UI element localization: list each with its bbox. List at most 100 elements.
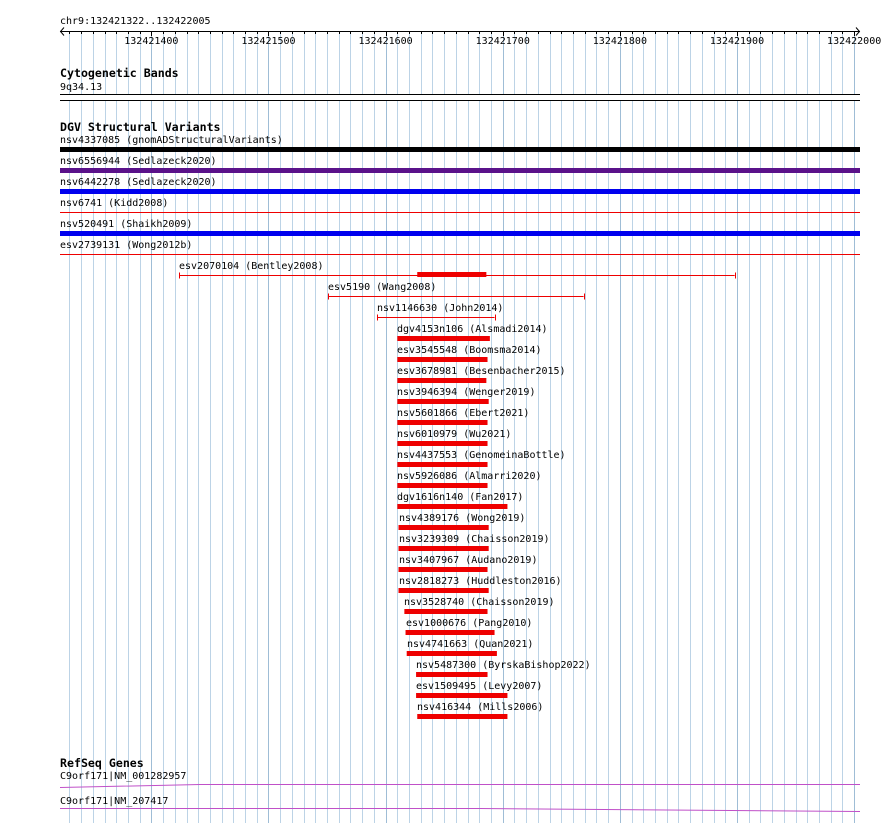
dgv-feature-list: nsv4337085 (gnomADStructuralVariants) nsv… bbox=[60, 135, 860, 719]
sv-feature-bar[interactable] bbox=[60, 168, 860, 173]
cytoband-track: Cytogenetic Bands 9q34.13 bbox=[60, 66, 860, 101]
refseq-transcript-label: C9orf171|NM_207417 bbox=[60, 796, 168, 807]
refseq-transcript[interactable]: C9orf171|NM_207417 bbox=[60, 796, 861, 812]
sv-feature-label: esv1509495 (Levy2007) bbox=[416, 681, 542, 692]
sv-feature-bar[interactable] bbox=[397, 378, 487, 383]
sv-feature-bar[interactable] bbox=[60, 147, 860, 152]
sv-feature-bar[interactable] bbox=[397, 420, 488, 425]
refseq-intron-line[interactable] bbox=[60, 808, 861, 812]
sv-feature-bar[interactable] bbox=[398, 525, 489, 530]
sv-feature[interactable]: nsv416344 (Mills2006) bbox=[417, 702, 543, 719]
sv-feature[interactable]: nsv5601866 (Ebert2021) bbox=[397, 408, 529, 425]
sv-feature-label: nsv416344 (Mills2006) bbox=[417, 702, 543, 713]
sv-feature-label: nsv5926086 (Almarri2020) bbox=[397, 471, 542, 482]
sv-feature-label: nsv4741663 (Quan2021) bbox=[407, 639, 533, 650]
sv-feature-label: nsv3239309 (Chaisson2019) bbox=[399, 534, 550, 545]
sv-feature-label: dgv1616n140 (Fan2017) bbox=[397, 492, 523, 503]
refseq-transcript-label: C9orf171|NM_001282957 bbox=[60, 771, 186, 782]
dgv-track: DGV Structural Variants nsv4337085 (gnom… bbox=[60, 120, 860, 719]
dgv-track-title: DGV Structural Variants bbox=[60, 120, 221, 134]
ruler-tick-label: 132421800 bbox=[593, 36, 647, 47]
sv-feature-label: nsv5601866 (Ebert2021) bbox=[397, 408, 529, 419]
sv-feature-label: nsv6556944 (Sedlazeck2020) bbox=[60, 156, 217, 167]
sv-feature-bar[interactable] bbox=[405, 630, 495, 635]
sv-feature[interactable]: nsv2818273 (Huddleston2016) bbox=[398, 576, 562, 593]
sv-feature-bar[interactable] bbox=[416, 672, 488, 677]
sv-feature[interactable]: nsv3407967 (Audano2019) bbox=[398, 555, 538, 572]
sv-feature[interactable]: nsv6010979 (Wu2021) bbox=[397, 429, 511, 446]
sv-feature-bar[interactable] bbox=[397, 441, 488, 446]
sv-feature[interactable]: nsv5926086 (Almarri2020) bbox=[397, 471, 542, 488]
sv-feature[interactable]: nsv4437553 (GenomeinaBottle) bbox=[397, 450, 566, 467]
sv-feature-label: nsv6442278 (Sedlazeck2020) bbox=[60, 177, 217, 188]
sv-feature-label: nsv6741 (Kidd2008) bbox=[60, 198, 168, 209]
ruler-tick-label: 132421900 bbox=[710, 36, 764, 47]
sv-feature-label: nsv1146630 (John2014) bbox=[377, 303, 503, 314]
sv-feature[interactable]: nsv6442278 (Sedlazeck2020) bbox=[60, 177, 860, 194]
cytoband-label: 9q34.13 bbox=[60, 82, 102, 93]
sv-feature-bar[interactable] bbox=[404, 609, 488, 614]
sv-feature[interactable]: nsv520491 (Shaikh2009) bbox=[60, 219, 860, 236]
sv-feature-bar[interactable] bbox=[397, 462, 488, 467]
sv-feature-bar[interactable] bbox=[60, 231, 860, 236]
sv-feature[interactable]: esv2070104 (Bentley2008) bbox=[179, 261, 736, 279]
cytoband-track-title: Cytogenetic Bands bbox=[60, 66, 179, 80]
sv-feature-label: dgv4153n106 (Alsmadi2014) bbox=[397, 324, 548, 335]
ruler-tick-label: 132422000 bbox=[827, 36, 881, 47]
sv-feature-bar[interactable] bbox=[397, 357, 488, 362]
sv-feature-bar[interactable] bbox=[397, 399, 489, 404]
sv-feature-bar[interactable] bbox=[398, 546, 489, 551]
sv-feature-bar[interactable] bbox=[397, 504, 508, 509]
sv-feature[interactable]: nsv6741 (Kidd2008) bbox=[60, 198, 860, 213]
sv-feature-label: nsv4389176 (Wong2019) bbox=[399, 513, 525, 524]
sv-feature[interactable]: dgv4153n106 (Alsmadi2014) bbox=[397, 324, 548, 341]
sv-feature-label: nsv4337085 (gnomADStructuralVariants) bbox=[60, 135, 283, 146]
sv-feature[interactable]: esv3545548 (Boomsma2014) bbox=[397, 345, 542, 362]
sv-feature[interactable]: esv1509495 (Levy2007) bbox=[416, 681, 542, 698]
cytoband-band[interactable] bbox=[60, 94, 860, 101]
sv-feature[interactable]: esv1000676 (Pang2010) bbox=[405, 618, 533, 635]
sv-feature-bar[interactable] bbox=[397, 483, 488, 488]
sv-feature[interactable]: nsv3528740 (Chaisson2019) bbox=[404, 597, 555, 614]
sv-feature-label: esv3678981 (Besenbacher2015) bbox=[397, 366, 566, 377]
refseq-transcript[interactable]: C9orf171|NM_001282957 bbox=[59, 771, 860, 788]
sv-feature-bar[interactable] bbox=[398, 588, 489, 593]
sv-feature[interactable]: nsv6556944 (Sedlazeck2020) bbox=[60, 156, 860, 173]
location-label: chr9:132421322..132422005 bbox=[60, 16, 211, 27]
sv-feature-label: nsv2818273 (Huddleston2016) bbox=[399, 576, 562, 587]
sv-feature-label: esv3545548 (Boomsma2014) bbox=[397, 345, 542, 356]
sv-feature-label: esv2070104 (Bentley2008) bbox=[179, 261, 324, 272]
refseq-track: RefSeq Genes C9orf171|NM_001282957C9orf1… bbox=[59, 756, 861, 812]
refseq-intron-line[interactable] bbox=[59, 784, 860, 788]
ruler-tick-label: 132421400 bbox=[124, 36, 178, 47]
sv-feature-label: nsv5487300 (ByrskaBishop2022) bbox=[416, 660, 591, 671]
ruler[interactable]: 132421400 132421500 132421600 132421700 1324… bbox=[59, 27, 881, 48]
sv-feature-bar[interactable] bbox=[416, 693, 508, 698]
sv-feature-inner-bar[interactable] bbox=[417, 272, 487, 277]
sv-feature-bar[interactable] bbox=[60, 189, 860, 194]
ruler-tick-label: 132421600 bbox=[359, 36, 413, 47]
sv-feature-bar[interactable] bbox=[406, 651, 497, 656]
sv-feature-label: esv1000676 (Pang2010) bbox=[406, 618, 532, 629]
sv-feature-label: nsv3946394 (Wenger2019) bbox=[397, 387, 535, 398]
sv-feature-label: nsv4437553 (GenomeinaBottle) bbox=[397, 450, 566, 461]
ruler-ticks: 132421400 132421500 132421600 132421700 1324… bbox=[69, 31, 881, 47]
sv-feature-bar[interactable] bbox=[417, 714, 508, 719]
refseq-track-title: RefSeq Genes bbox=[60, 756, 144, 770]
genome-browser-panel: chr9:132421322..132422005 132421400 13242… bbox=[59, 16, 881, 823]
sv-feature-label: esv2739131 (Wong2012b) bbox=[60, 240, 192, 251]
sv-feature-label: nsv3407967 (Audano2019) bbox=[399, 555, 537, 566]
sv-feature-label: nsv520491 (Shaikh2009) bbox=[60, 219, 192, 230]
sv-feature[interactable]: esv2739131 (Wong2012b) bbox=[60, 240, 860, 255]
sv-feature[interactable]: nsv4389176 (Wong2019) bbox=[398, 513, 526, 530]
sv-feature[interactable]: esv3678981 (Besenbacher2015) bbox=[397, 366, 566, 383]
sv-feature[interactable]: dgv1616n140 (Fan2017) bbox=[397, 492, 523, 509]
sv-feature-label: nsv3528740 (Chaisson2019) bbox=[404, 597, 555, 608]
refseq-transcript-list: C9orf171|NM_001282957 C9orf171|NM_207417 bbox=[59, 771, 861, 812]
sv-feature[interactable]: nsv1146630 (John2014) bbox=[377, 303, 503, 321]
ruler-tick-label: 132421700 bbox=[476, 36, 530, 47]
sv-feature-bar[interactable] bbox=[398, 567, 488, 572]
cytoband-fill bbox=[60, 94, 860, 101]
sv-feature[interactable]: nsv4337085 (gnomADStructuralVariants) bbox=[60, 135, 860, 152]
sv-feature-bar[interactable] bbox=[397, 336, 490, 341]
